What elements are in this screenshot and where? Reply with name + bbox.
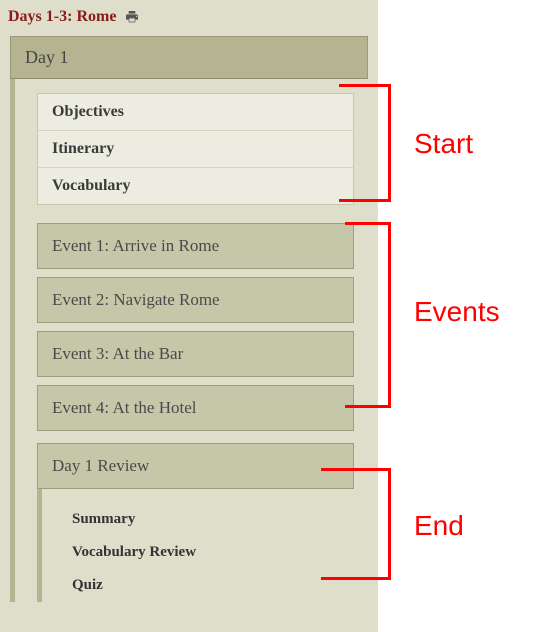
bracket-end <box>321 468 391 580</box>
day-block: Day 1 Objectives Itinerary Vocabulary Ev… <box>10 36 368 602</box>
end-item-summary[interactable]: Summary <box>68 503 354 536</box>
event-1[interactable]: Event 1: Arrive in Rome <box>37 223 354 269</box>
event-3[interactable]: Event 3: At the Bar <box>37 331 354 377</box>
start-item-vocabulary[interactable]: Vocabulary <box>38 167 353 204</box>
annotation-end: End <box>414 510 464 542</box>
day-content: Objectives Itinerary Vocabulary Event 1:… <box>10 79 368 602</box>
bracket-start <box>339 84 391 202</box>
start-list: Objectives Itinerary Vocabulary <box>37 93 354 205</box>
end-item-vocab-review[interactable]: Vocabulary Review <box>68 536 354 569</box>
end-item-quiz[interactable]: Quiz <box>68 569 354 602</box>
event-list: Event 1: Arrive in Rome Event 2: Navigat… <box>37 223 354 602</box>
annotation-start: Start <box>414 128 473 160</box>
start-item-objectives[interactable]: Objectives <box>38 94 353 130</box>
start-item-itinerary[interactable]: Itinerary <box>38 130 353 167</box>
review-sub: Summary Vocabulary Review Quiz <box>37 489 354 602</box>
event-4[interactable]: Event 4: At the Hotel <box>37 385 354 431</box>
print-icon[interactable] <box>124 9 140 25</box>
annotation-events: Events <box>414 296 500 328</box>
event-2[interactable]: Event 2: Navigate Rome <box>37 277 354 323</box>
bracket-events <box>345 222 391 408</box>
title-link[interactable]: Days 1-3: Rome <box>8 8 116 26</box>
title-row: Days 1-3: Rome <box>2 6 376 32</box>
day-header[interactable]: Day 1 <box>10 36 368 79</box>
review-header[interactable]: Day 1 Review <box>37 443 354 489</box>
